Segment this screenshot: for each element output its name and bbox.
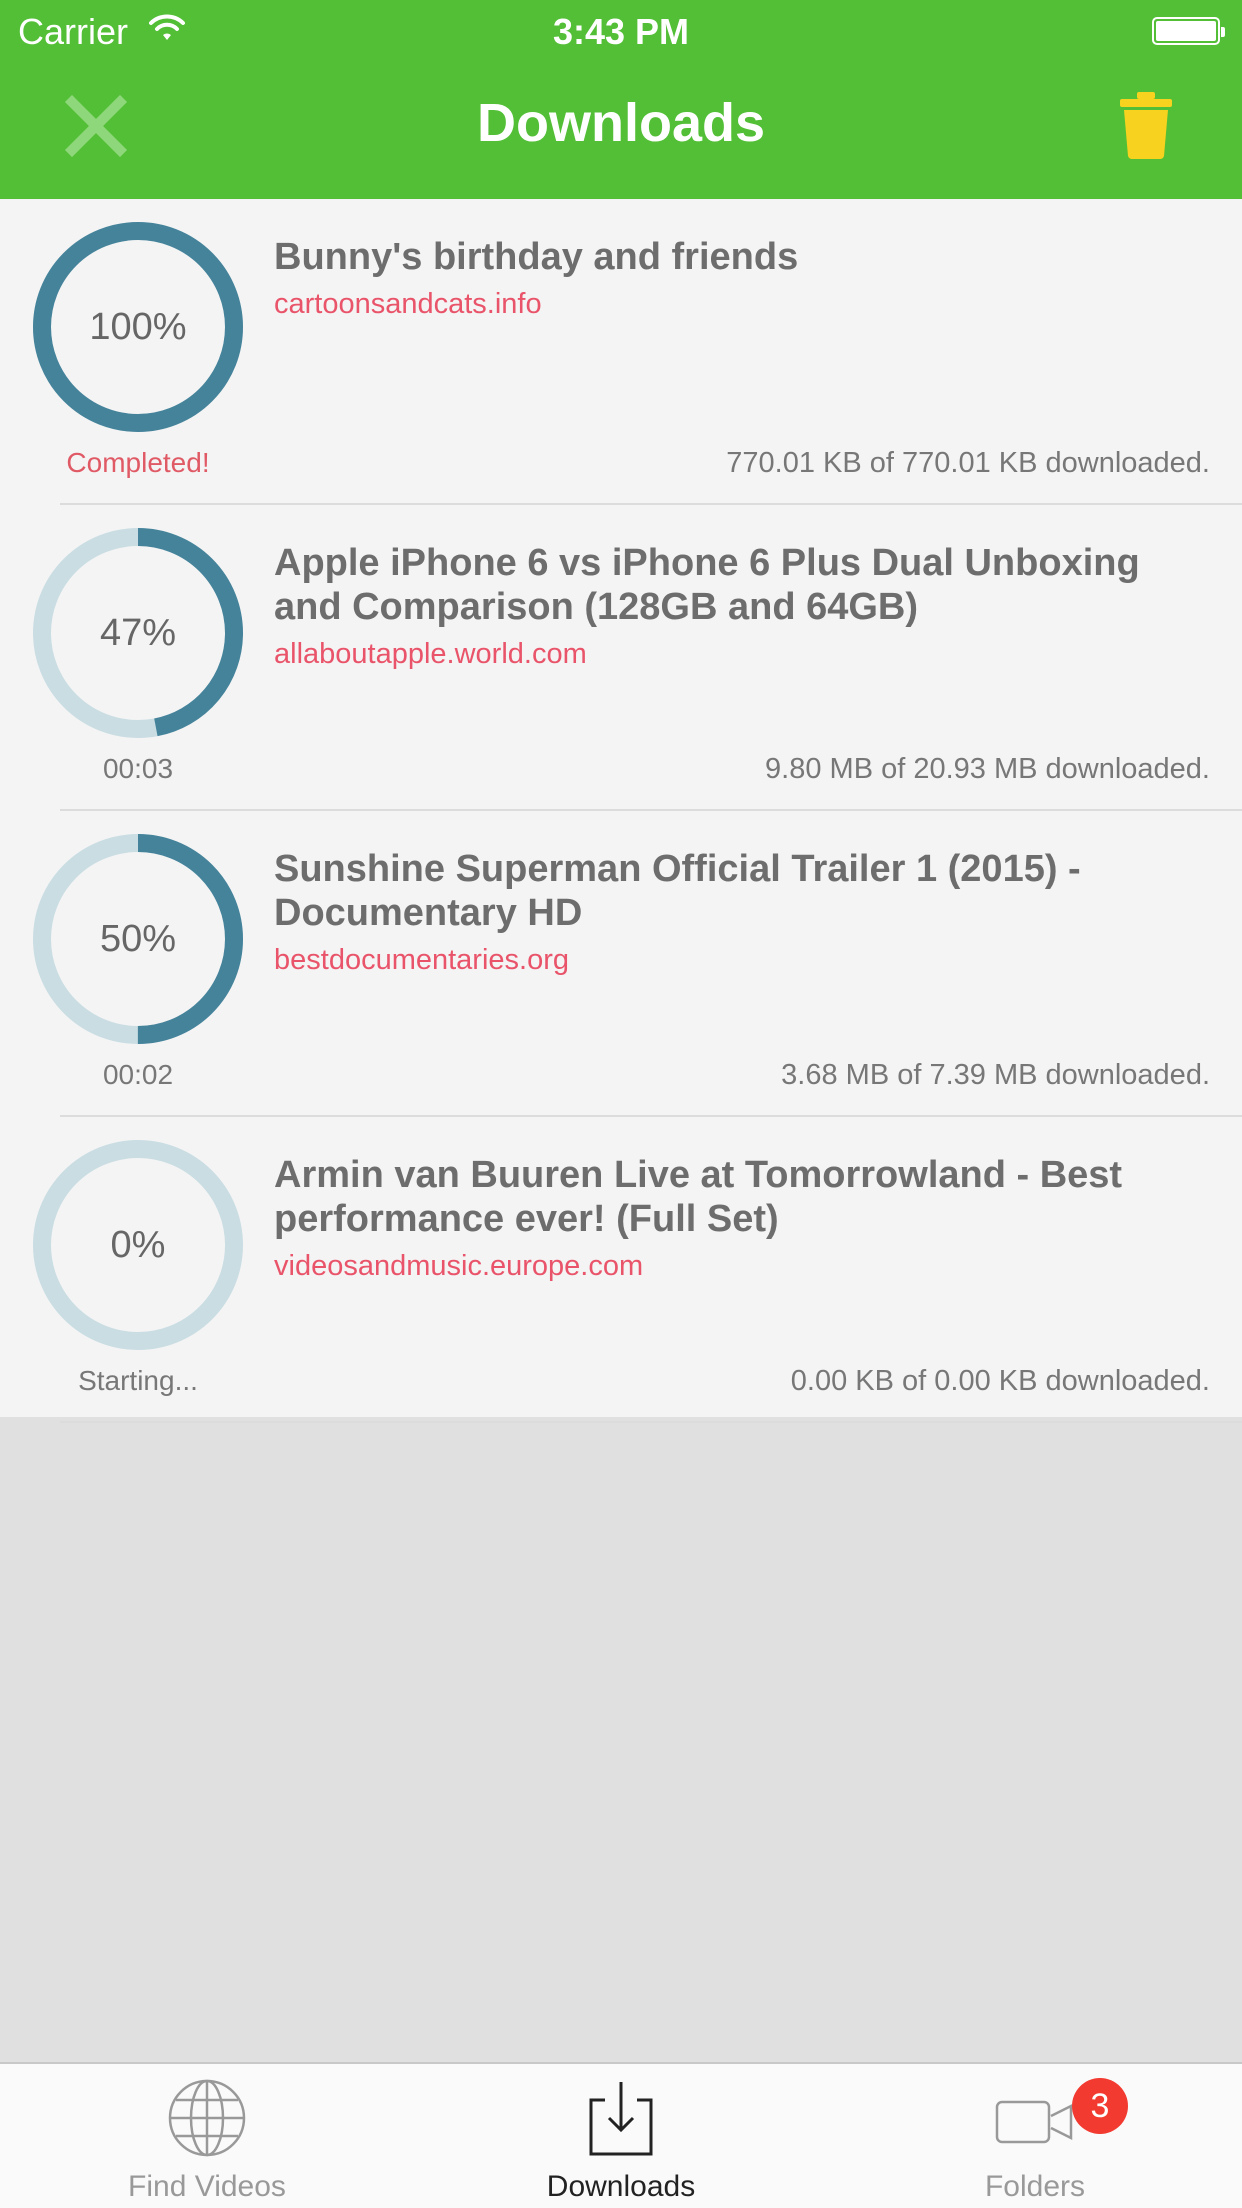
- progress-percent: 100%: [89, 306, 187, 348]
- progress-ring: 100%: [32, 221, 244, 433]
- app-header: Carrier 3:43 PM Downloads: [0, 0, 1242, 199]
- download-source[interactable]: cartoonsandcats.info: [274, 288, 542, 321]
- download-size: 3.68 MB of 7.39 MB downloaded.: [781, 1059, 1210, 1091]
- download-title: Apple iPhone 6 vs iPhone 6 Plus Dual Unb…: [274, 542, 1140, 628]
- trash-icon: [1120, 92, 1172, 159]
- progress-percent: 47%: [99, 612, 177, 654]
- tab-label: Folders: [984, 2170, 1086, 2203]
- tab-bar: Find Videos Downloads 3 Folders: [0, 2062, 1242, 2208]
- download-status: Completed!: [66, 447, 210, 478]
- download-item[interactable]: 0% Starting... Armin van Buuren Live at …: [0, 1117, 1242, 1423]
- progress-ring: 0%: [32, 1139, 244, 1351]
- notification-badge: 3: [1072, 2078, 1128, 2134]
- download-size: 770.01 KB of 770.01 KB downloaded.: [726, 447, 1210, 479]
- download-tray-icon: [589, 2082, 653, 2156]
- progress-percent: 50%: [99, 918, 177, 960]
- tab-downloads[interactable]: Downloads: [414, 2064, 828, 2208]
- download-source[interactable]: allaboutapple.world.com: [274, 638, 587, 671]
- download-title: Bunny's birthday and friends: [274, 236, 799, 278]
- divider: [60, 1421, 1242, 1423]
- download-source[interactable]: bestdocumentaries.org: [274, 944, 569, 977]
- battery-icon: [1152, 17, 1225, 45]
- progress-percent: 0%: [110, 1224, 166, 1266]
- download-title: Sunshine Superman Official Trailer 1 (20…: [274, 848, 1081, 934]
- status-bar: Carrier 3:43 PM: [0, 0, 1242, 60]
- download-status: 00:03: [102, 753, 174, 784]
- downloads-list: 100% Completed! Bunny's birthday and fri…: [0, 199, 1242, 1423]
- tab-folders[interactable]: 3 Folders: [828, 2064, 1242, 2208]
- download-source[interactable]: videosandmusic.europe.com: [274, 1250, 643, 1283]
- download-size: 0.00 KB of 0.00 KB downloaded.: [790, 1365, 1210, 1397]
- nav-bar: Downloads: [0, 60, 1242, 199]
- download-status: 00:02: [102, 1059, 174, 1090]
- page-title: Downloads: [476, 93, 765, 153]
- tab-find-videos[interactable]: Find Videos: [0, 2064, 414, 2208]
- download-item[interactable]: 47% 00:03 Apple iPhone 6 vs iPhone 6 Plu…: [0, 505, 1242, 811]
- download-title: Armin van Buuren Live at Tomorrowland - …: [274, 1154, 1123, 1240]
- download-status: Starting...: [78, 1365, 198, 1396]
- download-item[interactable]: 50% 00:02 Sunshine Superman Official Tra…: [0, 811, 1242, 1117]
- trash-button[interactable]: [1118, 90, 1174, 160]
- download-item[interactable]: 100% Completed! Bunny's birthday and fri…: [0, 199, 1242, 505]
- progress-ring: 47%: [32, 527, 244, 739]
- tab-label: Downloads: [546, 2170, 696, 2203]
- video-camera-icon: [995, 2100, 1073, 2144]
- download-size: 9.80 MB of 20.93 MB downloaded.: [765, 753, 1210, 785]
- tab-label: Find Videos: [128, 2170, 286, 2203]
- clock: 3:43 PM: [552, 11, 690, 52]
- progress-ring: 50%: [32, 833, 244, 1045]
- globe-icon: [168, 2079, 246, 2157]
